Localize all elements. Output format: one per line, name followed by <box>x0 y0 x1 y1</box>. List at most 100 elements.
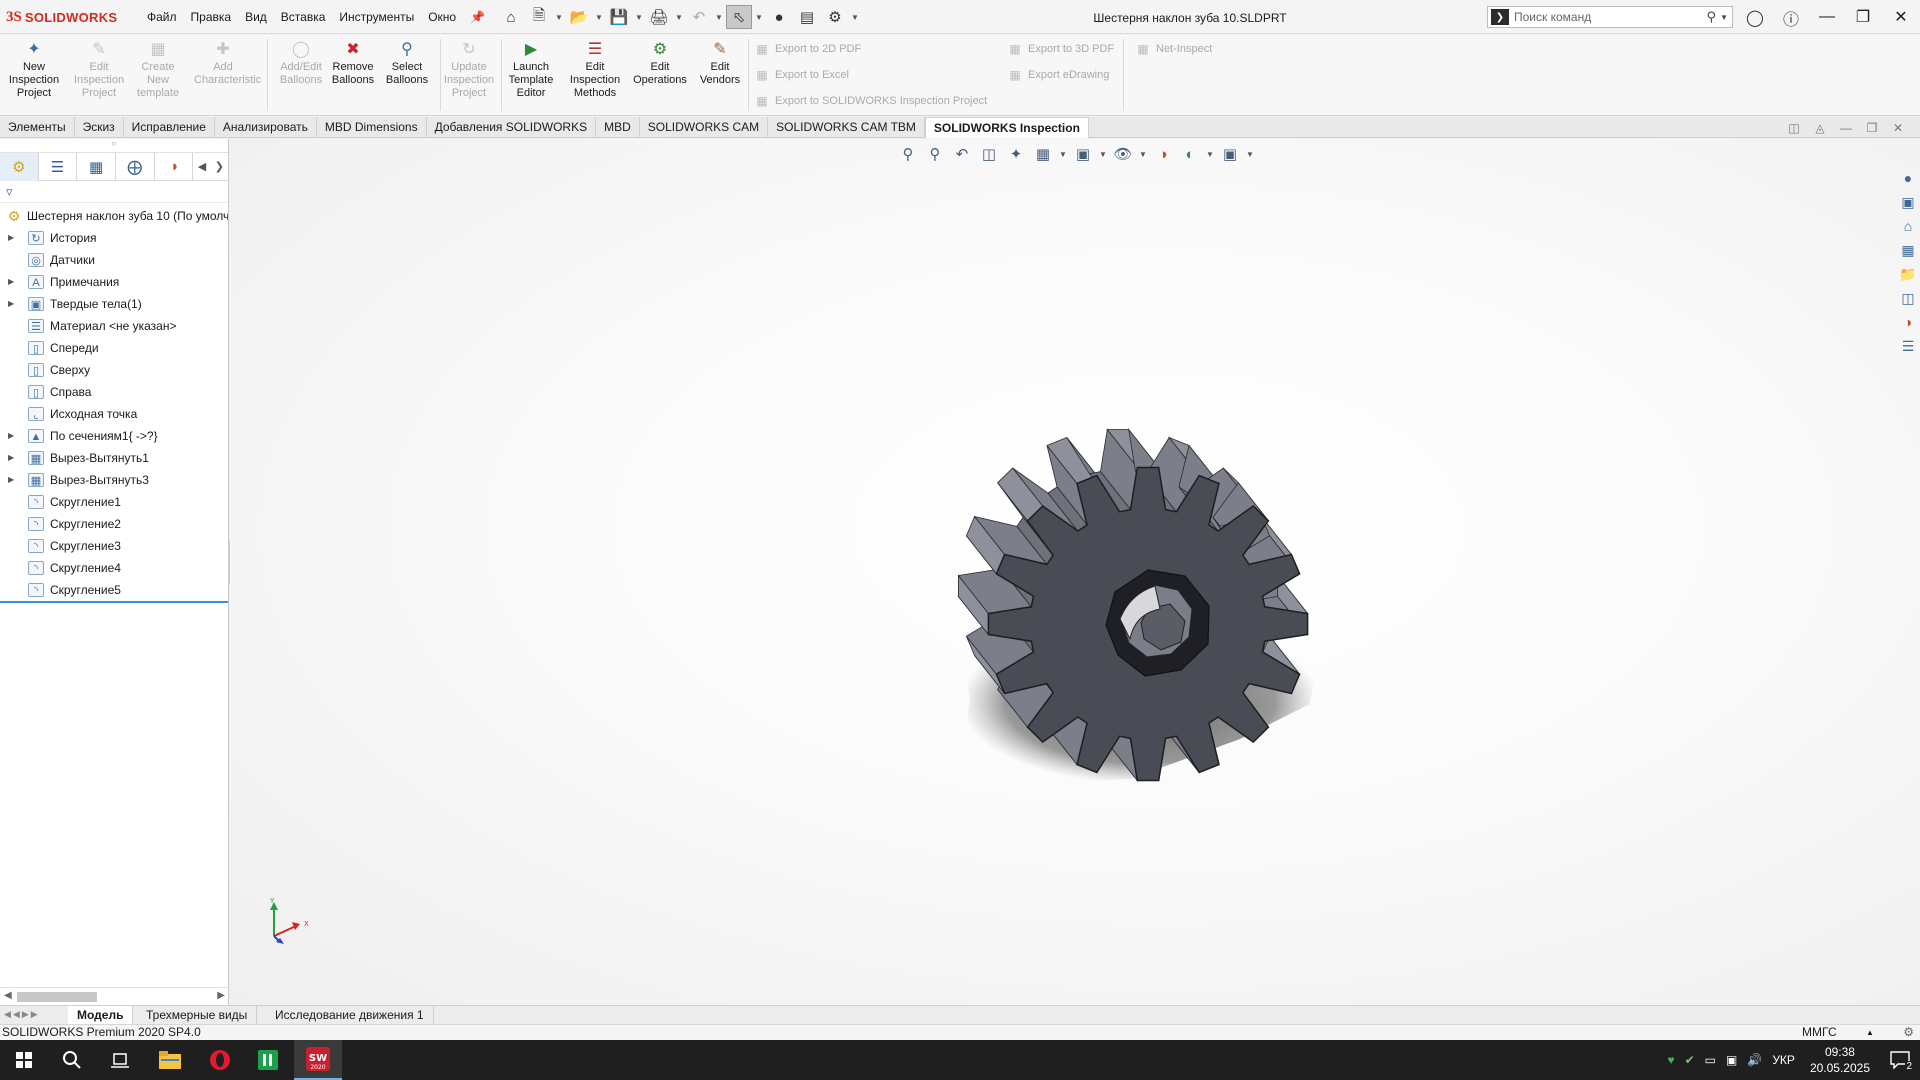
tab-model[interactable]: Модель <box>68 1006 134 1025</box>
custom-properties-icon[interactable]: ☰ <box>1896 334 1920 358</box>
tree-node[interactable]: ▯ Спереди <box>0 337 228 359</box>
open-folder-icon[interactable]: 📂 <box>566 5 592 29</box>
tree-node[interactable]: ☰ Материал <не указан> <box>0 315 228 337</box>
tab-navigation-icon[interactable]: ◀◀▶▶ <box>4 1009 40 1020</box>
dynamic-annotation-icon[interactable]: ✦ <box>1004 143 1028 165</box>
tab-scroll-left-icon[interactable]: ◀ <box>193 153 210 181</box>
home-icon[interactable]: ⌂ <box>498 5 524 29</box>
file-properties-icon[interactable]: ▤ <box>794 5 820 29</box>
tree-node[interactable]: ▶ ▣ Твердые тела(1) <box>0 293 228 315</box>
tree-node[interactable]: ▶ ↻ История <box>0 227 228 249</box>
hide-show-items-icon[interactable]: 👁 <box>1111 143 1135 165</box>
undo-icon[interactable]: ↶ <box>686 5 712 29</box>
tab-motion-study[interactable]: Исследование движения 1 <box>266 1006 434 1025</box>
task-view-icon[interactable] <box>96 1040 144 1080</box>
scene-dropdown-icon[interactable]: ▼ <box>1205 143 1215 165</box>
tree-node[interactable]: ▶ ▦ Вырез-Вытянуть3 <box>0 469 228 491</box>
select-dropdown-icon[interactable]: ▼ <box>754 5 764 29</box>
file-explorer-icon[interactable]: 📁 <box>1896 262 1920 286</box>
expand-arrow-icon[interactable]: ▶ <box>8 227 14 249</box>
tab-scroll-right-icon[interactable]: ❯ <box>211 153 228 181</box>
volume-icon[interactable]: 🔊 <box>1742 1053 1767 1067</box>
rebuild-status-icon[interactable]: ⚙ <box>1903 1025 1914 1040</box>
apply-scene-icon[interactable]: ◐ <box>1178 143 1202 165</box>
opera-browser-icon[interactable] <box>196 1040 244 1080</box>
tree-node[interactable]: ◝ Скругление1 <box>0 491 228 513</box>
tree-node[interactable]: ▶ A Примечания <box>0 271 228 293</box>
tab-solidworks-cam-tbm[interactable]: SOLIDWORKS CAM TBM <box>768 117 925 138</box>
tab-solidworks-inspection[interactable]: SOLIDWORKS Inspection <box>924 117 1089 138</box>
export-inspection-project-button[interactable]: ▦ Export to SOLIDWORKS Inspection Projec… <box>755 94 987 108</box>
tab-repair[interactable]: Исправление <box>124 117 215 138</box>
spreadsheet-app-icon[interactable] <box>244 1040 292 1080</box>
display-style-dropdown-icon[interactable]: ▼ <box>1098 143 1108 165</box>
edit-operations-button[interactable]: ⚙ Edit Operations <box>631 40 689 87</box>
help-icon[interactable]: ⓘ <box>1780 7 1802 29</box>
scroll-right-icon[interactable]: ▶ <box>217 990 225 1001</box>
unit-dropdown-icon[interactable]: ▲ <box>1866 1025 1874 1040</box>
update-inspection-project-button[interactable]: ↻ Update Inspection Project <box>440 40 498 100</box>
restore-button[interactable]: ❐ <box>1846 4 1880 30</box>
unit-system[interactable]: ММГС <box>1802 1025 1837 1040</box>
security-shield-icon[interactable]: ♥ <box>1662 1053 1679 1067</box>
zoom-to-area-icon[interactable]: ⚲ <box>923 143 947 165</box>
doc-restore-icon[interactable]: ❐ <box>1864 121 1880 135</box>
search-commands-input[interactable]: ❯ Поиск команд ⚲ ▼ <box>1487 6 1733 28</box>
sync-icon[interactable]: ✔ <box>1680 1053 1700 1067</box>
network-icon[interactable]: ▣ <box>1721 1053 1742 1067</box>
edit-vendors-button[interactable]: ✎ Edit Vendors <box>691 40 749 87</box>
solidworks-taskbar-icon[interactable]: SW 2020 <box>294 1040 342 1080</box>
search-taskbar-icon[interactable] <box>48 1040 96 1080</box>
dimxpert-manager-icon[interactable]: ⨁ <box>116 152 155 181</box>
notifications-icon[interactable]: 2 <box>1880 1040 1920 1080</box>
net-inspect-button[interactable]: ▦ Net-Inspect <box>1136 42 1212 56</box>
home-pane-icon[interactable]: ⌂ <box>1896 214 1920 238</box>
tree-node[interactable]: ▶ ▲ По сечениям1{ ->?} <box>0 425 228 447</box>
export-3d-pdf-button[interactable]: ▦ Export to 3D PDF <box>1008 42 1114 56</box>
menu-insert[interactable]: Вставка <box>274 10 333 24</box>
tree-node[interactable]: ◝ Скругление3 <box>0 535 228 557</box>
expand-arrow-icon[interactable]: ▶ <box>8 447 14 469</box>
remove-balloons-button[interactable]: ✖ Remove Balloons <box>324 40 382 87</box>
previous-view-icon[interactable]: ↶ <box>950 143 974 165</box>
add-characteristic-button[interactable]: ✚ Add Characteristic <box>194 40 261 87</box>
launch-template-editor-button[interactable]: ▶ Launch Template Editor <box>502 40 560 100</box>
edit-inspection-methods-button[interactable]: ☰ Edit Inspection Methods <box>566 40 624 100</box>
usb-device-icon[interactable]: ▭ <box>1700 1053 1721 1067</box>
tab-mbd-dimensions[interactable]: MBD Dimensions <box>317 117 427 138</box>
forum-icon[interactable]: ▣ <box>1896 190 1920 214</box>
search-icon[interactable]: ⚲ <box>1707 9 1717 25</box>
tile-left-icon[interactable]: ◫ <box>1786 121 1802 135</box>
create-new-template-button[interactable]: ▦ Create New template <box>129 40 187 100</box>
export-excel-button[interactable]: ▦ Export to Excel <box>755 68 849 82</box>
export-edrawing-button[interactable]: ▦ Export eDrawing <box>1008 68 1109 82</box>
menu-file[interactable]: Файл <box>140 10 184 24</box>
edit-inspection-project-button[interactable]: ✎ Edit Inspection Project <box>70 40 128 100</box>
print-icon[interactable]: 🖨 <box>646 5 672 29</box>
zoom-to-fit-icon[interactable]: ⚲ <box>896 143 920 165</box>
add-edit-balloons-button[interactable]: ◯ Add/Edit Balloons <box>272 40 330 87</box>
new-inspection-project-button[interactable]: ✦ New Inspection Project <box>5 40 63 100</box>
panel-grip[interactable]: ○ <box>0 139 228 153</box>
graphics-area[interactable]: ⚲ ⚲ ↶ ◫ ✦ ▦ ▼ ▣ ▼ 👁 ▼ ◑ ◐ ▼ ▣ ▼ Y X ● ▣ … <box>230 139 1920 1005</box>
tree-node[interactable]: ▶ ▦ Вырез-Вытянуть1 <box>0 447 228 469</box>
expand-arrow-icon[interactable]: ▶ <box>8 271 14 293</box>
search-dropdown-icon[interactable]: ▼ <box>1720 13 1728 22</box>
new-dropdown-icon[interactable]: ▼ <box>554 5 564 29</box>
tree-node[interactable]: ◝ Скругление2 <box>0 513 228 535</box>
design-library-icon[interactable]: ▦ <box>1896 238 1920 262</box>
configuration-manager-icon[interactable]: ▦ <box>77 152 116 181</box>
expand-arrow-icon[interactable]: ▶ <box>8 425 14 447</box>
view-settings-icon[interactable]: ▣ <box>1218 143 1242 165</box>
property-manager-icon[interactable]: ☰ <box>39 152 78 181</box>
doc-minimize-icon[interactable]: — <box>1838 121 1854 135</box>
tree-node[interactable]: ◝ Скругление5 <box>0 579 228 601</box>
scroll-thumb[interactable] <box>17 992 97 1002</box>
tab-solidworks-addins[interactable]: Добавления SOLIDWORKS <box>427 117 597 138</box>
save-dropdown-icon[interactable]: ▼ <box>634 5 644 29</box>
menu-tools[interactable]: Инструменты <box>332 10 421 24</box>
file-explorer-taskbar-icon[interactable] <box>146 1040 194 1080</box>
view-settings-dropdown-icon[interactable]: ▼ <box>1245 143 1255 165</box>
tree-root-part[interactable]: ⚙ Шестерня наклон зуба 10 (По умолчанию) <box>0 205 228 227</box>
view-palette-icon[interactable]: ◫ <box>1896 286 1920 310</box>
